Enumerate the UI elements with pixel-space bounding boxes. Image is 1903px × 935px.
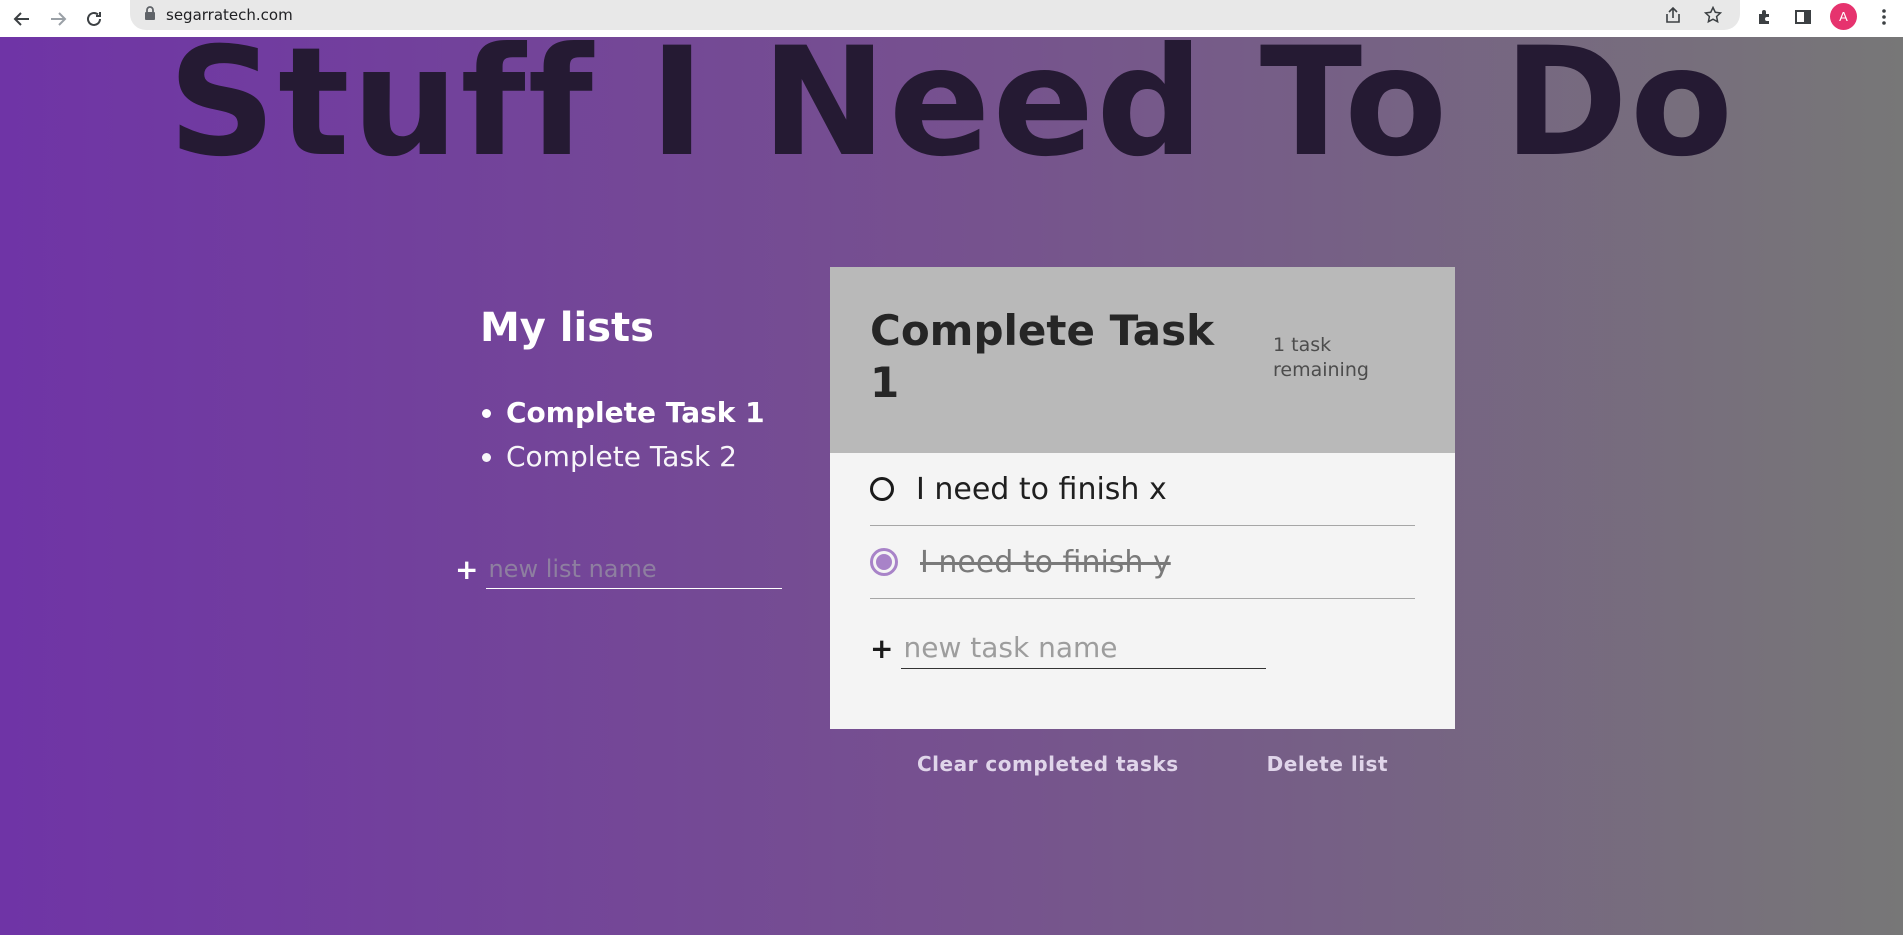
list-item-complete-task-2[interactable]: Complete Task 2 [506,435,765,479]
extensions-icon[interactable] [1754,6,1776,28]
new-list-input[interactable] [486,549,783,589]
forward-arrow-icon[interactable] [44,5,72,33]
app-page: Stuff I Need To Do My lists Complete Tas… [0,37,1903,935]
task-label[interactable]: I need to finish y [920,545,1171,580]
new-task-form: + [870,627,1455,669]
task-checkbox[interactable] [870,477,894,501]
list-item-complete-task-1[interactable]: Complete Task 1 [506,391,765,435]
add-task-button[interactable]: + [870,632,893,665]
todo-list-header: Complete Task 1 1 task remaining [830,267,1455,453]
url-text: segarratech.com [166,6,293,24]
page-title: Stuff I Need To Do [167,37,1736,190]
delete-list-button[interactable]: Delete list [1267,752,1388,776]
lists-list: Complete Task 1 Complete Task 2 [480,391,765,479]
share-icon[interactable] [1662,4,1684,26]
add-list-button[interactable]: + [455,553,478,586]
task-label[interactable]: I need to finish x [916,472,1167,507]
side-panel-icon[interactable] [1792,6,1814,28]
kebab-menu-icon[interactable] [1873,6,1895,28]
task-checkbox-checked[interactable] [870,548,898,576]
star-icon[interactable] [1702,4,1724,26]
new-list-form: + [455,549,783,589]
todo-list-card: Complete Task 1 1 task remaining I need … [830,267,1455,729]
reload-icon[interactable] [80,5,108,33]
my-lists-heading: My lists [480,305,654,351]
list-title: Complete Task 1 [870,306,1215,407]
clear-completed-button[interactable]: Clear completed tasks [917,752,1179,776]
browser-toolbar: segarratech.com A [0,0,1903,37]
profile-avatar[interactable]: A [1830,3,1857,30]
task-count: 1 task remaining [1273,334,1369,381]
new-task-input[interactable] [901,627,1267,669]
lock-icon [144,5,156,25]
list-actions: Clear completed tasks Delete list [917,752,1388,776]
address-bar[interactable]: segarratech.com [130,0,1740,30]
task-item[interactable]: I need to finish x [870,453,1415,526]
back-arrow-icon[interactable] [8,5,36,33]
task-item[interactable]: I need to finish y [870,526,1415,599]
tasks: I need to finish x I need to finish y [830,453,1455,599]
